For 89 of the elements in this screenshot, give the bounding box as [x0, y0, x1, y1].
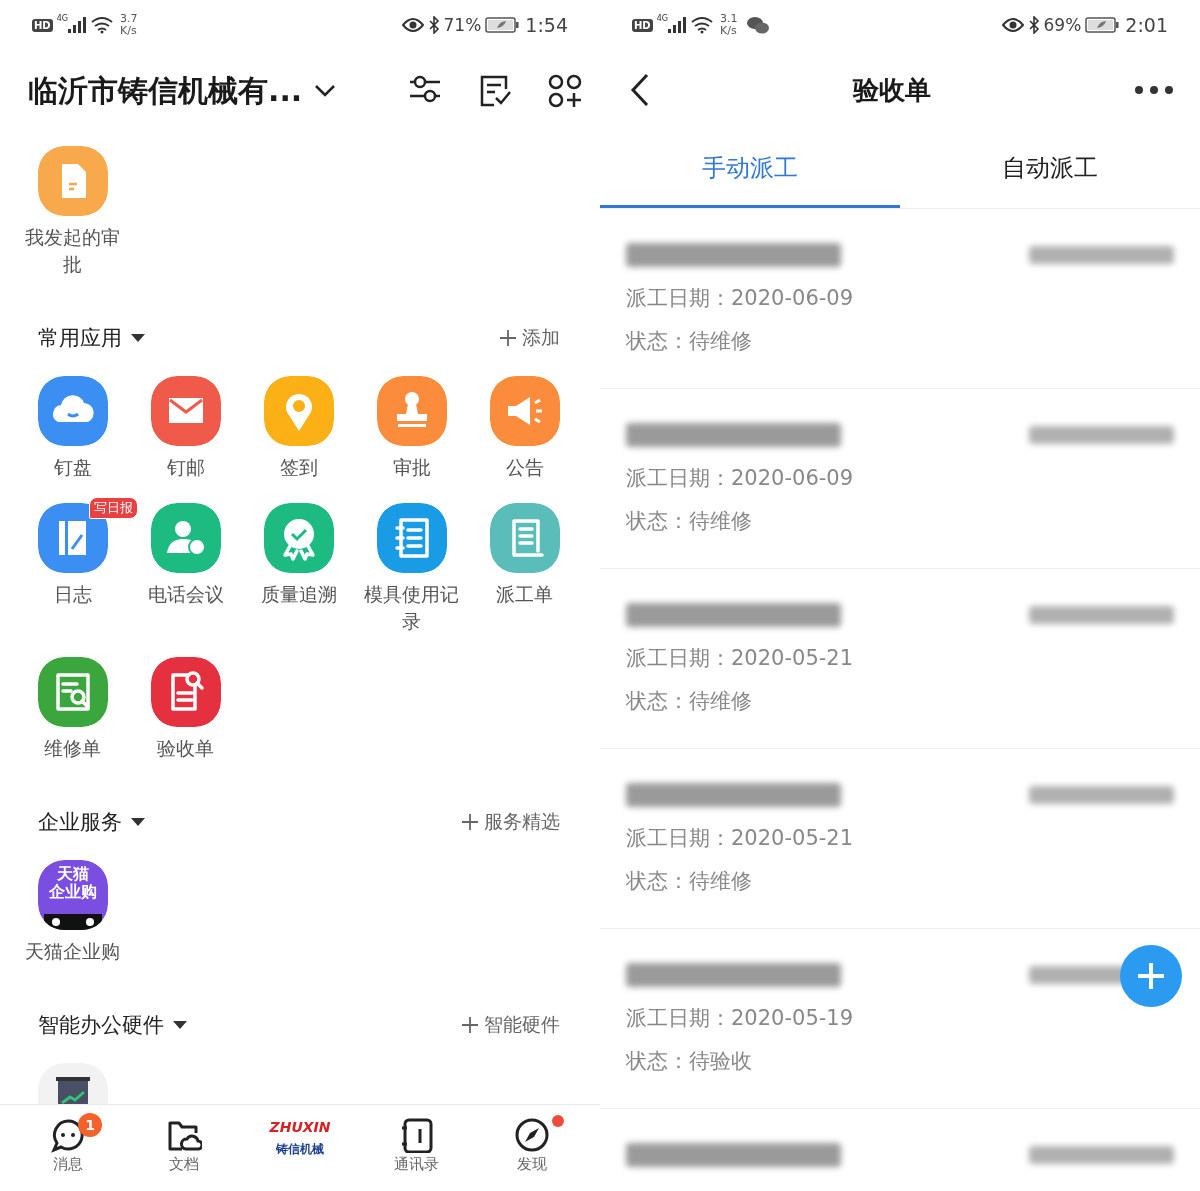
- bluetooth-icon: [427, 16, 440, 34]
- nav-label[interactable]: 通讯录: [393, 1155, 439, 1174]
- app-label[interactable]: 电话会议: [131, 581, 240, 608]
- company-logo[interactable]: ZHUXIN 铸信机械: [242, 1105, 358, 1191]
- document-search-icon[interactable]: [150, 657, 221, 727]
- dispatch-date: 派工日期：2020-05-21: [626, 825, 855, 852]
- clock: 2:01: [1125, 14, 1168, 36]
- signal-icon: [667, 17, 686, 33]
- app-label[interactable]: 派工单: [470, 581, 579, 608]
- battery-icon: [485, 17, 520, 33]
- app-label[interactable]: 日志: [18, 581, 127, 608]
- dispatch-date: 派工日期：2020-06-09: [626, 285, 855, 312]
- caret-down-icon[interactable]: [172, 1020, 188, 1030]
- back-icon[interactable]: [630, 73, 650, 107]
- eye-icon: [1001, 17, 1024, 33]
- plus-icon[interactable]: [462, 814, 478, 830]
- app-label[interactable]: 公告: [470, 454, 579, 481]
- plus-icon[interactable]: [462, 1017, 478, 1033]
- nav-label[interactable]: 发现: [517, 1155, 547, 1174]
- cloud-icon[interactable]: [37, 376, 108, 446]
- hd-indicator: HD: [32, 18, 53, 32]
- caret-down-icon[interactable]: [130, 333, 146, 343]
- speed-unit: K/s: [119, 25, 138, 37]
- checklist-icon[interactable]: [478, 74, 512, 108]
- hd-indicator: HD: [632, 18, 653, 32]
- order-status: 状态：待维修: [626, 508, 753, 535]
- journal-icon[interactable]: [37, 503, 108, 573]
- speed-value: 3.1: [719, 13, 738, 25]
- app-logo-icon[interactable]: [37, 860, 108, 930]
- chevron-down-icon[interactable]: [314, 84, 337, 98]
- apps-add-icon[interactable]: [548, 74, 582, 108]
- page-title: 验收单: [851, 73, 932, 107]
- app-label[interactable]: 质量追溯: [244, 581, 353, 608]
- compass-icon[interactable]: [514, 1117, 550, 1153]
- plus-icon[interactable]: [500, 330, 516, 346]
- section-title[interactable]: 智能办公硬件: [38, 1011, 164, 1039]
- bluetooth-icon: [1027, 16, 1040, 34]
- speed-value: 3.7: [119, 13, 138, 25]
- organization-title[interactable]: 临沂市铸信机械有...: [28, 70, 303, 112]
- plus-icon: [1136, 961, 1166, 991]
- app-label[interactable]: 维修单: [18, 735, 127, 762]
- app-label[interactable]: 钉邮: [131, 454, 240, 481]
- section-title[interactable]: 常用应用: [38, 324, 122, 352]
- logo-text: 天猫: [55, 865, 90, 883]
- battery-icon: [1085, 17, 1120, 33]
- app-label[interactable]: 钉盘: [18, 454, 127, 481]
- speed-unit: K/s: [719, 25, 738, 37]
- sliders-icon[interactable]: [408, 74, 442, 104]
- order-status: 状态：待维修: [626, 688, 753, 715]
- app-label[interactable]: 天猫企业购: [18, 938, 127, 965]
- wrench-document-icon[interactable]: [37, 657, 108, 727]
- dispatch-date: 派工日期：2020-06-09: [626, 465, 855, 492]
- dispatch-date: 派工日期：2020-05-21: [626, 645, 855, 672]
- wifi-icon: [89, 16, 114, 34]
- unread-badge: 1: [78, 1113, 102, 1137]
- chat-icon[interactable]: [50, 1117, 86, 1153]
- logo-text: 企业购: [47, 883, 98, 901]
- battery-percent: 71%: [443, 15, 482, 35]
- caret-down-icon[interactable]: [130, 817, 146, 827]
- network-type: 4G: [656, 14, 668, 23]
- more-icon[interactable]: [1134, 85, 1174, 95]
- chat-bubbles-icon: [747, 16, 770, 34]
- app-label[interactable]: 我发起的审批: [18, 224, 127, 278]
- section-action[interactable]: 智能硬件: [484, 1012, 560, 1038]
- section-action[interactable]: 添加: [522, 325, 560, 351]
- order-status: 状态：待验收: [626, 1048, 753, 1075]
- section-action[interactable]: 服务精选: [484, 809, 560, 835]
- notebook-icon[interactable]: [376, 503, 447, 573]
- tab[interactable]: 自动派工: [900, 130, 1200, 208]
- dispatch-date: 派工日期：2020-05-19: [626, 1005, 855, 1032]
- order-status: 状态：待维修: [626, 868, 753, 895]
- app-badge: 写日报: [89, 497, 138, 519]
- app-label[interactable]: 审批: [357, 454, 466, 481]
- nav-label[interactable]: 消息: [53, 1155, 83, 1174]
- wifi-icon: [689, 16, 714, 34]
- signal-icon: [67, 17, 86, 33]
- section-title[interactable]: 企业服务: [38, 808, 122, 836]
- order-status: 状态：待维修: [626, 328, 753, 355]
- ribbon-check-icon[interactable]: [263, 503, 334, 573]
- battery-percent: 69%: [1043, 15, 1082, 35]
- app-label[interactable]: 模具使用记录: [357, 581, 466, 635]
- app-label[interactable]: 签到: [244, 454, 353, 481]
- envelope-icon[interactable]: [150, 376, 221, 446]
- eye-icon: [401, 17, 424, 33]
- network-type: 4G: [56, 14, 68, 23]
- clock: 1:54: [525, 14, 568, 36]
- nav-label[interactable]: 文档: [169, 1155, 199, 1174]
- app-label[interactable]: 验收单: [131, 735, 240, 762]
- tab[interactable]: 手动派工: [600, 130, 900, 208]
